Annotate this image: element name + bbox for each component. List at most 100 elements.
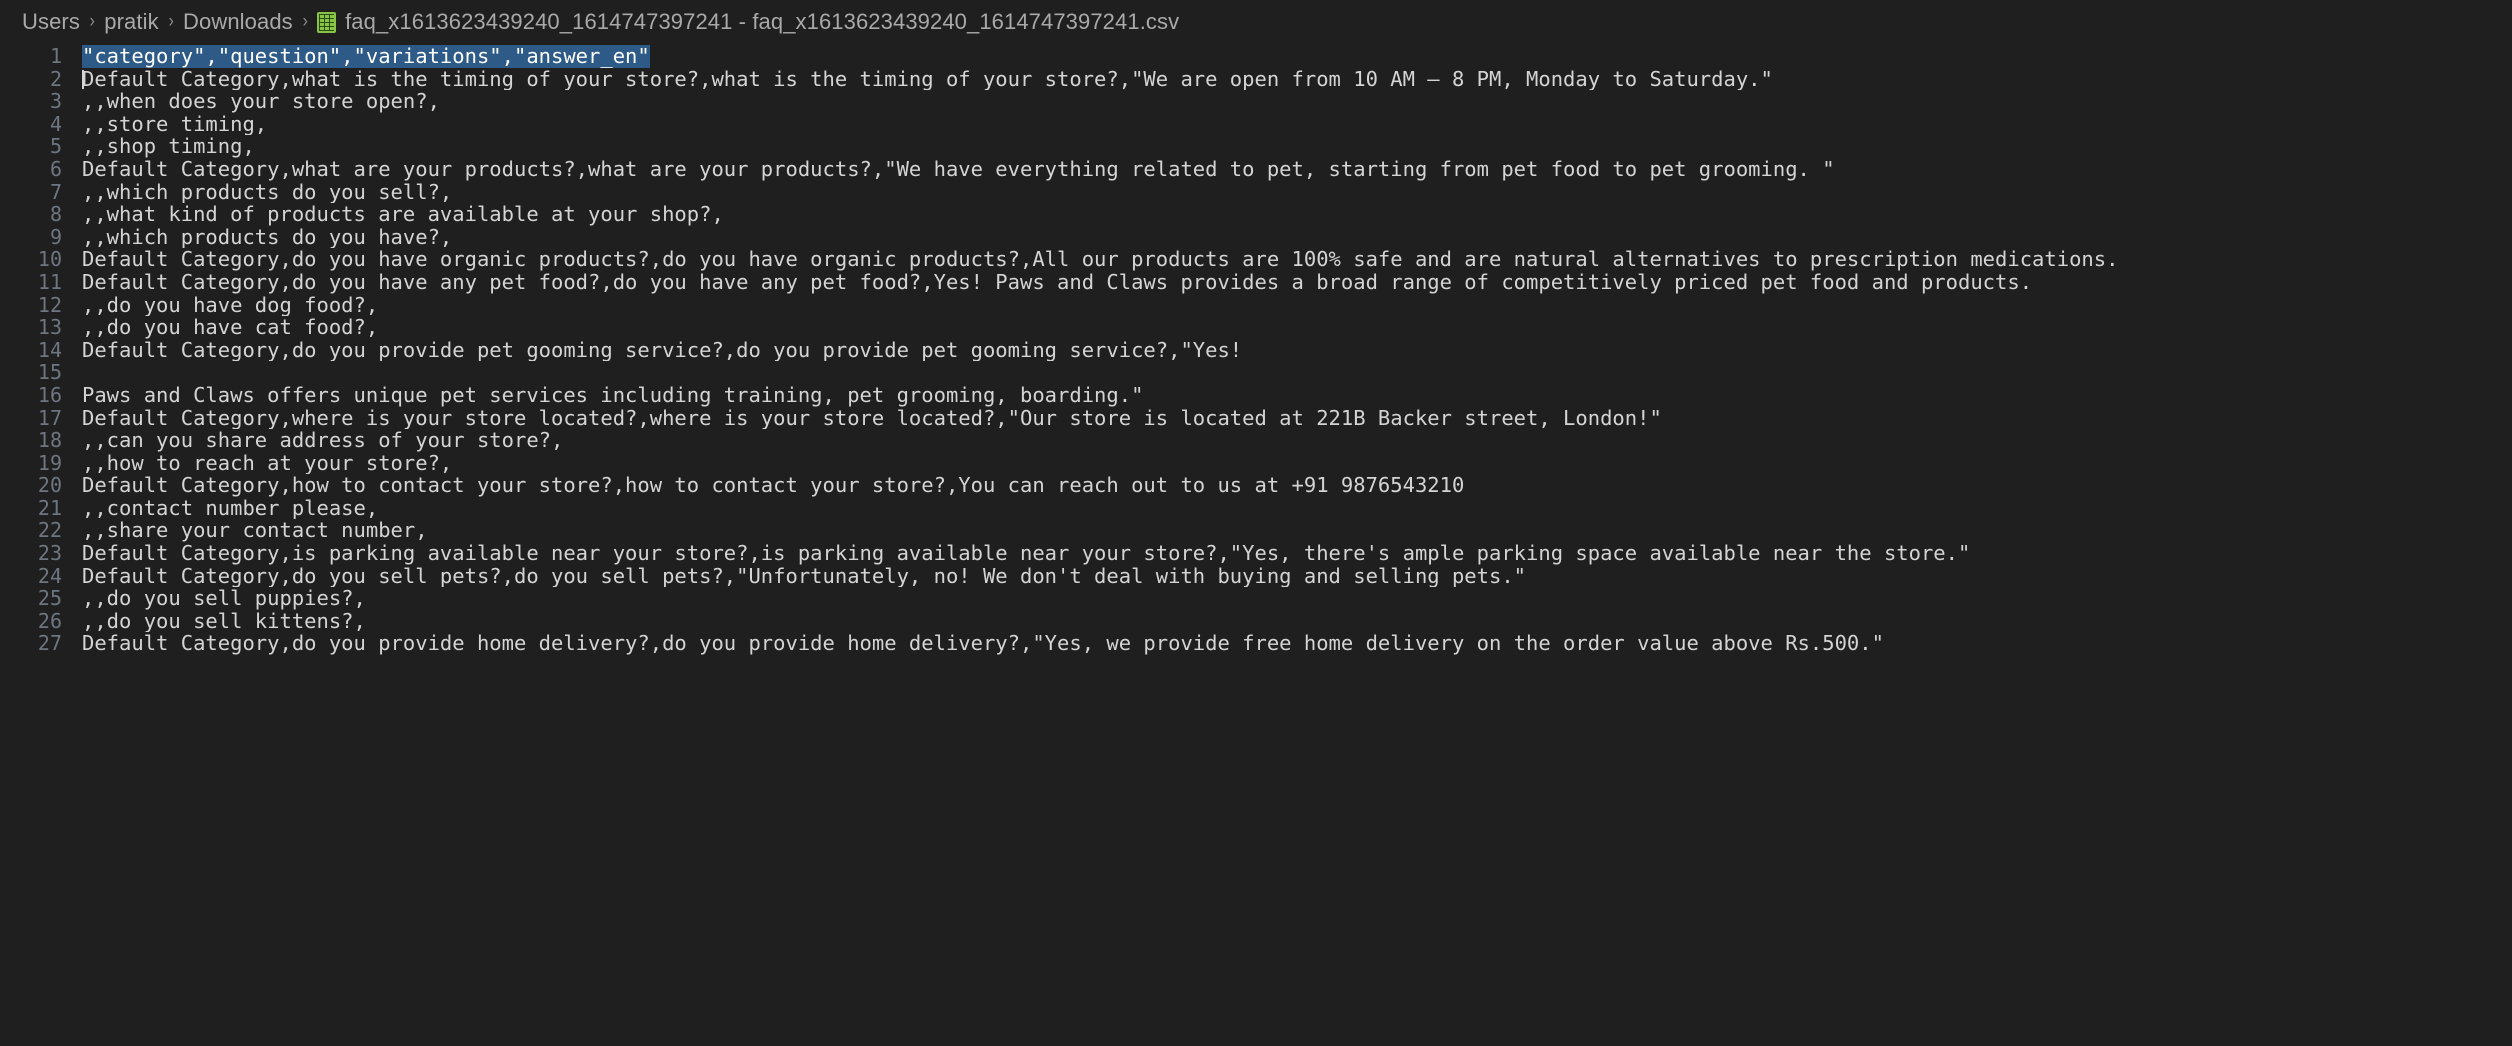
line-text: Default Category,what are your products?… bbox=[82, 157, 1835, 181]
line-content[interactable]: ,,when does your store open?, bbox=[62, 90, 2512, 113]
line-content[interactable]: ,,which products do you sell?, bbox=[62, 181, 2512, 204]
code-line[interactable]: 10 Default Category,do you have organic p… bbox=[0, 248, 2512, 271]
line-number: 2 bbox=[49, 66, 62, 91]
code-line[interactable]: 3 ,,when does your store open?, bbox=[0, 90, 2512, 113]
line-text: ,,do you have dog food?, bbox=[82, 293, 379, 317]
code-line[interactable]: 27 Default Category,do you provide home d… bbox=[0, 632, 2512, 655]
code-line[interactable]: 24 Default Category,do you sell pets?,do … bbox=[0, 565, 2512, 588]
line-text: Paws and Claws offers unique pet service… bbox=[82, 383, 1144, 407]
line-text: Default Category,do you provide home del… bbox=[82, 632, 1884, 656]
code-line[interactable]: 17 Default Category,where is your store l… bbox=[0, 405, 2512, 430]
line-content[interactable]: ,,what kind of products are available at… bbox=[62, 203, 2512, 226]
line-text: ,,when does your store open?, bbox=[82, 90, 440, 113]
line-number: 13 bbox=[37, 315, 62, 340]
line-number: 23 bbox=[37, 541, 62, 566]
line-number: 12 bbox=[37, 292, 62, 317]
code-line[interactable]: 13 ,,do you have cat food?, bbox=[0, 316, 2512, 339]
line-content[interactable]: Default Category,do you provide pet goom… bbox=[62, 339, 2512, 362]
line-text: Default Category,what is the timing of y… bbox=[82, 67, 1773, 91]
line-content[interactable]: Default Category,how to contact your sto… bbox=[62, 474, 2512, 497]
line-content[interactable]: ,,can you share address of your store?, bbox=[62, 429, 2512, 452]
code-line[interactable]: 2 Default Category,what is the timing of … bbox=[0, 66, 2512, 91]
code-line[interactable]: 20 Default Category,how to contact your s… bbox=[0, 474, 2512, 497]
line-number: 19 bbox=[37, 450, 62, 475]
breadcrumb-item-downloads[interactable]: Downloads bbox=[183, 9, 293, 35]
code-line[interactable]: 19 ,,how to reach at your store?, bbox=[0, 452, 2512, 475]
line-number: 27 bbox=[37, 631, 62, 656]
line-content[interactable]: "category","question","variations","answ… bbox=[62, 45, 2512, 68]
code-lines[interactable]: 1 "category","question","variations","ans… bbox=[0, 44, 2512, 655]
line-content[interactable]: Default Category,what is the timing of y… bbox=[62, 68, 2512, 91]
line-number: 5 bbox=[49, 134, 62, 159]
code-line[interactable]: 9 ,,which products do you have?, bbox=[0, 226, 2512, 249]
breadcrumb-separator: › bbox=[302, 11, 308, 32]
line-text: ,,what kind of products are available at… bbox=[82, 203, 724, 226]
code-line[interactable]: 5 ,,shop timing, bbox=[0, 135, 2512, 158]
line-content[interactable]: Default Category,do you have any pet foo… bbox=[62, 271, 2512, 294]
line-number: 17 bbox=[37, 405, 62, 430]
breadcrumb-item-users[interactable]: Users bbox=[22, 9, 80, 35]
line-number: 25 bbox=[37, 586, 62, 611]
code-line[interactable]: 21 ,,contact number please, bbox=[0, 497, 2512, 520]
line-number: 15 bbox=[37, 360, 62, 385]
breadcrumb-item-pratik[interactable]: pratik bbox=[104, 9, 158, 35]
breadcrumb-separator: › bbox=[89, 11, 95, 32]
line-content[interactable]: ,,do you have cat food?, bbox=[62, 316, 2512, 339]
csv-file-icon bbox=[317, 11, 337, 33]
line-content[interactable]: Default Category,what are your products?… bbox=[62, 158, 2512, 181]
line-number: 3 bbox=[49, 89, 62, 114]
line-content[interactable]: ,,do you sell puppies?, bbox=[62, 587, 2512, 610]
line-number: 21 bbox=[37, 495, 62, 520]
line-text: Default Category,do you provide pet goom… bbox=[82, 338, 1243, 362]
line-text: Default Category,do you have organic pro… bbox=[82, 248, 2119, 271]
code-line[interactable]: 1 "category","question","variations","ans… bbox=[0, 45, 2512, 68]
code-line[interactable]: 6 Default Category,what are your products… bbox=[0, 158, 2512, 181]
line-content[interactable]: ,,do you sell kittens?, bbox=[62, 610, 2512, 633]
line-text: "category","question","variations","answ… bbox=[82, 45, 650, 68]
line-content[interactable]: ,,do you have dog food?, bbox=[62, 294, 2512, 317]
code-line[interactable]: 7 ,,which products do you sell?, bbox=[0, 180, 2512, 204]
code-line[interactable]: 15 bbox=[0, 361, 2512, 384]
line-number: 9 bbox=[49, 224, 62, 249]
line-content[interactable]: Default Category,do you have organic pro… bbox=[62, 248, 2512, 271]
line-content[interactable]: Paws and Claws offers unique pet service… bbox=[62, 384, 2512, 407]
line-content[interactable]: ,,share your contact number, bbox=[62, 519, 2512, 542]
text-cursor bbox=[82, 69, 84, 89]
code-line[interactable]: 26 ,,do you sell kittens?, bbox=[0, 610, 2512, 633]
line-text: Default Category,do you have any pet foo… bbox=[82, 270, 2033, 294]
line-content[interactable]: ,,shop timing, bbox=[62, 135, 2512, 158]
code-line[interactable]: 25 ,,do you sell puppies?, bbox=[0, 587, 2512, 610]
code-line[interactable]: 4 ,,store timing, bbox=[0, 113, 2512, 136]
code-line[interactable]: 16 Paws and Claws offers unique pet servi… bbox=[0, 384, 2512, 407]
line-content[interactable]: ,,which products do you have?, bbox=[62, 226, 2512, 249]
code-line[interactable]: 14 Default Category,do you provide pet go… bbox=[0, 339, 2512, 362]
code-line[interactable]: 11 Default Category,do you have any pet f… bbox=[0, 271, 2512, 294]
line-content[interactable]: Default Category,do you sell pets?,do yo… bbox=[62, 565, 2512, 588]
breadcrumb-file-label: faq_x1613623439240_1614747397241 - faq_x… bbox=[345, 9, 1180, 34]
line-content[interactable]: Default Category,do you provide home del… bbox=[62, 632, 2512, 655]
line-content[interactable]: ,,contact number please, bbox=[62, 497, 2512, 520]
line-text: Default Category,where is your store loc… bbox=[82, 406, 1662, 430]
code-editor[interactable]: 1 "category","question","variations","ans… bbox=[0, 44, 2512, 1046]
line-number: 10 bbox=[37, 247, 62, 272]
code-line[interactable]: 22 ,,share your contact number, bbox=[0, 519, 2512, 542]
line-number: 8 bbox=[49, 202, 62, 227]
line-content[interactable]: Default Category,is parking available ne… bbox=[62, 542, 2512, 565]
breadcrumb: Users › pratik › Downloads › faq_x161362… bbox=[0, 0, 2512, 44]
line-number: 4 bbox=[49, 111, 62, 136]
breadcrumb-separator: › bbox=[168, 11, 174, 32]
line-content[interactable]: ,,how to reach at your store?, bbox=[62, 452, 2512, 475]
line-text: Default Category,is parking available ne… bbox=[82, 542, 1971, 565]
code-line[interactable]: 23 Default Category,is parking available … bbox=[0, 542, 2512, 565]
line-number: 14 bbox=[37, 337, 62, 362]
code-line[interactable]: 8 ,,what kind of products are available a… bbox=[0, 203, 2512, 226]
line-number: 1 bbox=[49, 44, 62, 68]
line-text: Default Category,how to contact your sto… bbox=[82, 474, 1465, 497]
line-text: ,,do you sell kittens?, bbox=[82, 609, 366, 633]
code-line[interactable]: 12 ,,do you have dog food?, bbox=[0, 292, 2512, 317]
breadcrumb-item-file[interactable]: faq_x1613623439240_1614747397241 - faq_x… bbox=[317, 9, 1179, 35]
line-content[interactable]: ,,store timing, bbox=[62, 113, 2512, 136]
line-text: ,,can you share address of your store?, bbox=[82, 429, 564, 452]
code-line[interactable]: 18 ,,can you share address of your store?… bbox=[0, 429, 2512, 452]
line-content[interactable]: Default Category,where is your store loc… bbox=[62, 407, 2512, 430]
